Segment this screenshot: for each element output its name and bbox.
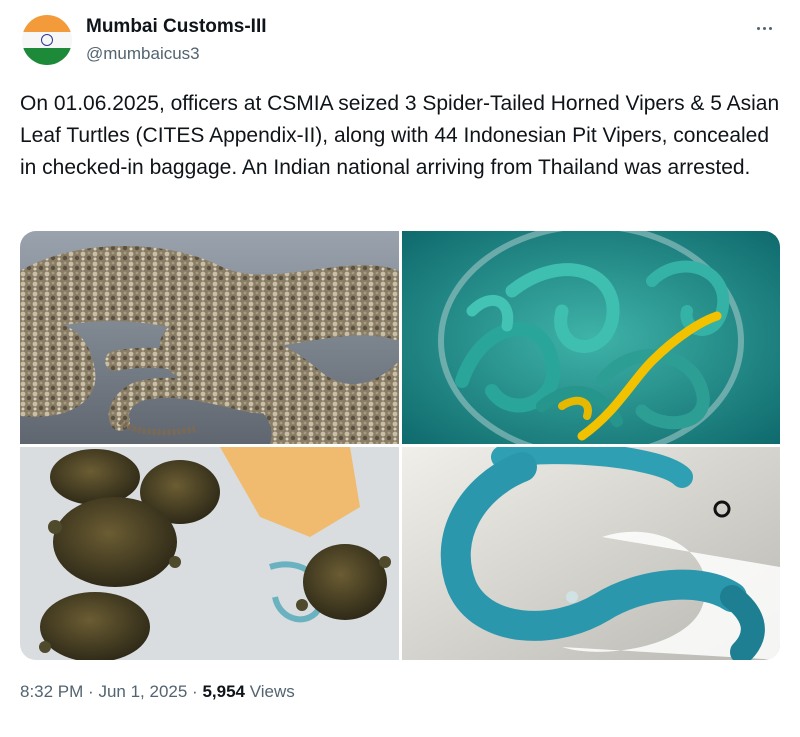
flag-green-band — [22, 48, 72, 65]
dot — [756, 26, 760, 30]
pit-vipers-photo — [402, 231, 780, 444]
tweet-card: Mumbai Customs-III @mumbaicus3 On 01.06.… — [0, 0, 800, 737]
flag-white-band — [22, 31, 72, 49]
media-image-blue-viper[interactable] — [402, 447, 780, 660]
tweet-date: Jun 1, 2025 — [98, 682, 188, 701]
turtles-photo — [20, 447, 399, 660]
views-count: 5,954 — [202, 682, 245, 701]
author-name[interactable]: Mumbai Customs-III — [86, 16, 267, 38]
media-grid — [20, 231, 780, 660]
more-options-icon[interactable] — [750, 14, 778, 42]
tweet-timestamp[interactable]: 8:32 PM · Jun 1, 2025 — [20, 682, 187, 701]
ashoka-chakra-icon — [41, 33, 53, 46]
media-image-viper[interactable] — [20, 231, 399, 444]
separator: · — [192, 682, 198, 701]
media-image-pit-vipers[interactable] — [402, 231, 780, 444]
dot — [768, 26, 772, 30]
views-label: Views — [249, 682, 295, 701]
tweet-text: On 01.06.2025, officers at CSMIA seized … — [20, 92, 780, 179]
author-avatar[interactable] — [22, 15, 72, 65]
viper-photo — [20, 231, 399, 444]
flag-saffron-band — [22, 15, 72, 32]
separator: · — [88, 682, 94, 701]
dot — [762, 26, 766, 30]
author-handle[interactable]: @mumbaicus3 — [86, 44, 200, 64]
tweet-time: 8:32 PM — [20, 682, 84, 701]
tweet-metadata: 8:32 PM · Jun 1, 2025 · 5,954 Views — [20, 682, 295, 702]
media-image-turtles[interactable] — [20, 447, 399, 660]
blue-viper-photo — [402, 447, 780, 660]
